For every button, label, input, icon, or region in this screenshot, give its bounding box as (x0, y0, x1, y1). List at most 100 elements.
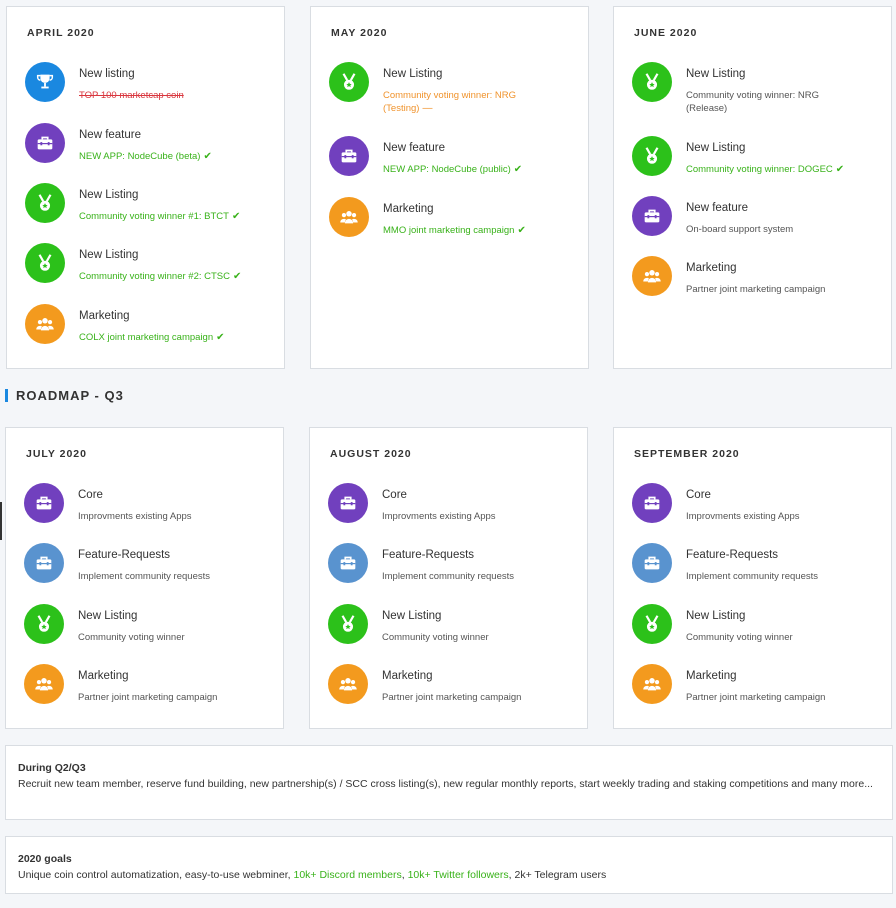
toolbox-icon (328, 543, 368, 583)
dash-icon: — (422, 103, 433, 114)
roadmap-item: Marketing MMO joint marketing campaign ✔ (329, 197, 579, 241)
goal-twitter: 10k+ Twitter followers (407, 869, 509, 881)
item-title: Feature-Requests (382, 549, 475, 561)
item-status-text: Partner joint marketing campaign (686, 691, 825, 704)
roadmap-item: New feature NEW APP: NodeCube (beta) ✔ (25, 123, 275, 167)
item-sub-line: Partner joint marketing campaign (686, 692, 826, 703)
item-status-text: Community voting winner #2: CTSC ✔ (79, 270, 241, 283)
item-status-text: MMO joint marketing campaign ✔ (383, 224, 526, 237)
item-sub-line: Improvments existing Apps (382, 511, 496, 522)
item-title: Marketing (383, 203, 434, 215)
item-sub-line: Improvments existing Apps (686, 511, 800, 522)
month-title: AUGUST 2020 (330, 448, 412, 460)
item-status-text: Implement community requests (686, 570, 818, 583)
medal-icon (25, 243, 65, 283)
people-icon (24, 664, 64, 704)
item-title: Core (382, 489, 407, 501)
item-status-text: NEW APP: NodeCube (public) ✔ (383, 163, 522, 176)
item-sub-line: Community voting winner #1: BTCT (79, 211, 229, 222)
during-text: Recruit new team member, reserve fund bu… (18, 778, 873, 790)
roadmap-item: New Listing Community voting winner: DOGE… (632, 136, 882, 180)
roadmap-item: New listing TOP 100 marketcap coin (25, 62, 275, 106)
during-panel: During Q2/Q3 Recruit new team member, re… (5, 745, 893, 820)
item-status-text: Improvments existing Apps (382, 510, 496, 523)
roadmap-item: New feature NEW APP: NodeCube (public) ✔ (329, 136, 579, 180)
item-status-text: Community voting winner: NRG (Release) (686, 89, 819, 115)
month-title: APRIL 2020 (27, 27, 95, 39)
check-icon: ✔ (231, 211, 241, 222)
roadmap-item: Core Improvments existing Apps (24, 483, 274, 527)
item-sub-line: Community voting winner: DOGEC (686, 164, 833, 175)
item-status-text: Implement community requests (78, 570, 210, 583)
medal-icon (24, 604, 64, 644)
item-status-text: TOP 100 marketcap coin (79, 89, 184, 102)
goal-discord: 10k+ Discord members (293, 869, 402, 881)
goals-text: Unique coin control automatization, easy… (18, 867, 880, 883)
item-title: New Listing (686, 68, 746, 80)
item-title: Feature-Requests (78, 549, 171, 561)
item-title: Marketing (686, 262, 737, 274)
item-title: Core (686, 489, 711, 501)
side-marker (0, 502, 2, 540)
people-icon (632, 256, 672, 296)
toolbox-icon (632, 483, 672, 523)
item-status-text: Improvments existing Apps (78, 510, 192, 523)
goals-title: 2020 goals (18, 853, 72, 865)
item-sub-line: Partner joint marketing campaign (382, 692, 522, 703)
item-sub-line: Community voting winner (78, 632, 185, 643)
month-card-august: AUGUST 2020 Core Improvments existing App… (309, 427, 588, 729)
item-sub-line: TOP 100 marketcap coin (79, 90, 184, 101)
item-sub-line: Community voting winner #2: CTSC (79, 271, 230, 282)
item-sub-line: Community voting winner: NRG (383, 90, 517, 101)
item-title: New feature (686, 202, 749, 214)
item-status-text: Community voting winner (382, 631, 489, 644)
toolbox-icon (632, 196, 672, 236)
people-icon (25, 304, 65, 344)
item-status-text: COLX joint marketing campaign ✔ (79, 331, 225, 344)
item-title: Feature-Requests (686, 549, 779, 561)
item-status-text: Community voting winner (78, 631, 185, 644)
item-status-text: Community voting winner: DOGEC ✔ (686, 163, 844, 176)
item-status-text: Partner joint marketing campaign (382, 691, 521, 704)
toolbox-icon (24, 483, 64, 523)
medal-icon (329, 62, 369, 102)
month-card-july: JULY 2020 Core Improvments existing Apps F… (5, 427, 284, 729)
medal-icon (632, 604, 672, 644)
item-sub-line: Community voting winner (686, 632, 793, 643)
item-title: New Listing (686, 610, 746, 622)
month-title: JUNE 2020 (634, 27, 698, 39)
item-sub-line: Implement community requests (686, 571, 818, 582)
trophy-icon (25, 62, 65, 102)
month-title: MAY 2020 (331, 27, 388, 39)
medal-icon (328, 604, 368, 644)
item-sub-line: Improvments existing Apps (78, 511, 192, 522)
item-sub-line: MMO joint marketing campaign (383, 225, 515, 236)
item-title: Core (78, 489, 103, 501)
roadmap-item: New Listing Community voting winner (328, 604, 578, 648)
item-sub-line: NEW APP: NodeCube (beta) (79, 151, 201, 162)
item-status-text: Partner joint marketing campaign (78, 691, 217, 704)
item-sub-line: Implement community requests (78, 571, 210, 582)
item-sub-line: Implement community requests (382, 571, 514, 582)
toolbox-icon (329, 136, 369, 176)
roadmap-item: Core Improvments existing Apps (632, 483, 882, 527)
month-card-april: APRIL 2020 New listing TOP 100 marketcap … (6, 6, 285, 369)
item-sub-line-2: (Testing) (383, 103, 420, 114)
item-title: New Listing (79, 249, 139, 261)
check-icon: ✔ (233, 271, 242, 282)
roadmap-item: Core Improvments existing Apps (328, 483, 578, 527)
medal-icon (632, 136, 672, 176)
section-accent-bar (5, 388, 8, 402)
toolbox-icon (328, 483, 368, 523)
item-status-text: Community voting winner: NRG (Testing) — (383, 89, 516, 115)
roadmap-item: Marketing Partner joint marketing campaig… (24, 664, 274, 708)
check-icon: ✔ (517, 225, 526, 236)
item-title: Marketing (382, 670, 433, 682)
check-icon: ✔ (513, 164, 523, 175)
roadmap-item: New Listing Community voting winner (24, 604, 274, 648)
people-icon (632, 664, 672, 704)
item-sub-line: Community voting winner (382, 632, 489, 643)
toolbox-icon (24, 543, 64, 583)
item-status-text: Community voting winner #1: BTCT ✔ (79, 210, 240, 223)
roadmap-item: Marketing COLX joint marketing campaign ✔ (25, 304, 275, 348)
